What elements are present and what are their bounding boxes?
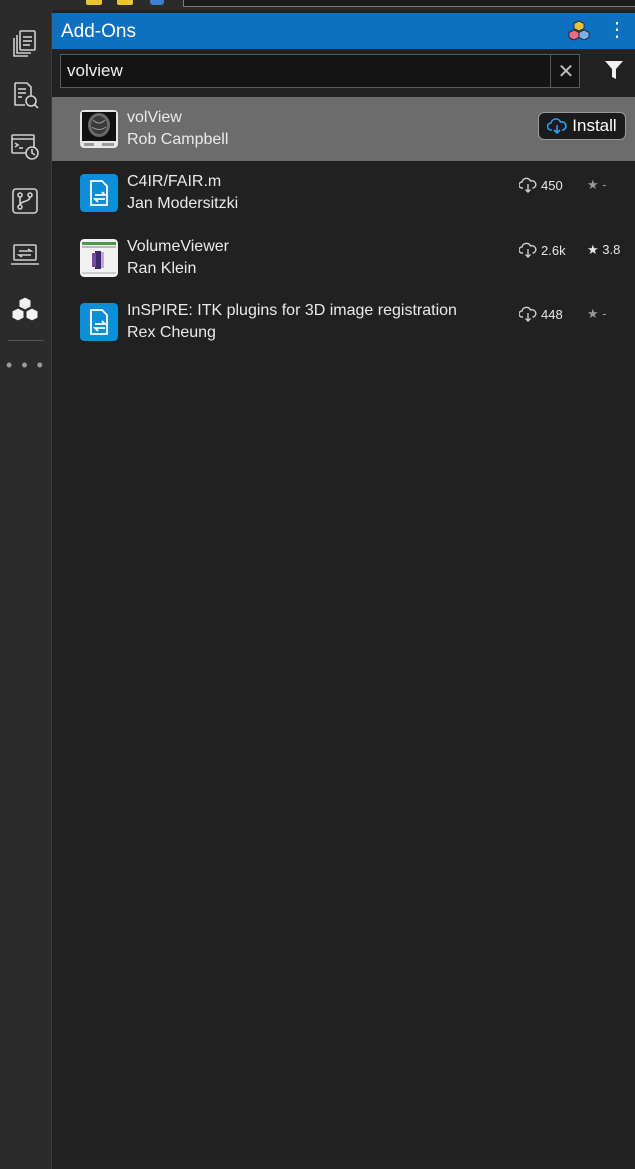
search-box: ✕ [60,54,580,88]
cloud-download-icon [519,177,537,193]
rating: ★ 3.8 [587,242,621,257]
files-icon[interactable] [8,26,42,60]
filter-icon[interactable] [603,58,625,82]
download-count: 448 [519,306,563,322]
more-options-icon[interactable]: ⋮ [607,19,627,41]
brain-scan-thumbnail [80,110,118,148]
rating: ★ - [587,306,607,321]
download-count-value: 448 [541,306,563,322]
addon-author: Jan Modersitzki [127,195,239,212]
cloud-download-icon [519,306,537,322]
source-control-icon[interactable] [8,184,42,218]
activity-divider [8,340,44,341]
download-count-value: 2.6k [541,242,566,258]
download-count: 450 [519,177,563,193]
project-terminal-icon[interactable] [8,238,42,272]
addon-author: Ran Klein [127,260,197,277]
cloud-download-icon [547,118,568,134]
rating: ★ - [587,177,607,192]
add-ons-icon[interactable] [8,292,42,326]
addon-name[interactable]: VolumeViewer [127,238,229,256]
panel-title: Add-Ons [61,21,136,42]
addon-list-item[interactable]: VolumeViewer Ran Klein 2.6k ★ 3.8 [52,226,635,290]
folder-icon[interactable] [117,0,133,5]
find-files-icon[interactable] [8,78,42,112]
addons-header: Add-Ons ⋮ [52,13,635,49]
top-toolbar-strip [0,0,635,10]
volume-viewer-thumbnail [80,239,118,277]
command-history-icon[interactable] [8,130,42,164]
download-count: 2.6k [519,242,566,258]
addon-list-item[interactable]: C4IR/FAIR.m Jan Modersitzki 450 ★ - [52,161,635,225]
address-field[interactable] [183,0,635,7]
addon-name[interactable]: InSPIRE: ITK plugins for 3D image regist… [127,302,457,320]
addon-list-item[interactable]: volView Rob Campbell Install [52,97,635,161]
addon-name[interactable]: C4IR/FAIR.m [127,173,221,191]
install-button[interactable]: Install [538,112,626,140]
download-count-value: 450 [541,177,563,193]
add-ons-explorer-icon[interactable] [568,20,590,42]
addon-name[interactable]: volView [127,109,182,127]
folder-icon[interactable] [86,0,102,5]
toolbar-icon[interactable] [150,0,164,5]
more-icon[interactable]: • • • [0,355,51,376]
addon-author: Rex Cheung [127,324,216,341]
toolbox-file-icon [80,174,118,212]
addon-list-item[interactable]: InSPIRE: ITK plugins for 3D image regist… [52,290,635,354]
clear-search-icon[interactable]: ✕ [550,55,581,87]
addon-author: Rob Campbell [127,131,229,148]
toolbox-file-icon [80,303,118,341]
activity-bar: • • • [0,10,52,1169]
search-input[interactable] [61,55,549,87]
install-label: Install [572,116,617,135]
cloud-download-icon [519,242,537,258]
